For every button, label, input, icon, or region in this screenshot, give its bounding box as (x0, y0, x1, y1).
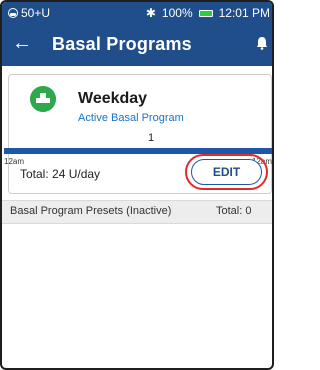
header: ← Basal Programs (2, 24, 272, 66)
pod-status: 50+U (8, 6, 50, 20)
program-name: Weekday (78, 90, 148, 107)
page-title: Basal Programs (52, 34, 192, 54)
program-status: Active Basal Program (78, 112, 184, 124)
edit-button[interactable]: EDIT (191, 159, 262, 185)
bell-icon[interactable] (256, 36, 268, 50)
presets-section-header: Basal Program Presets (Inactive) Total: … (2, 200, 272, 224)
battery-icon (198, 9, 213, 17)
presets-total: Total: 0 (216, 205, 252, 217)
daily-total: Total: 24 U/day (20, 167, 101, 181)
clock: 12:01 PM (218, 6, 270, 20)
rate-label: 1 (148, 132, 155, 144)
bluetooth-icon: ✱ (145, 6, 156, 20)
timeline-start-label: 12am (4, 157, 25, 166)
battery-percent: 100% (161, 6, 193, 20)
pdm-screen: 50+U ✱ 100% 12:01 PM ← Basal Programs We… (0, 0, 274, 370)
arrow-left-icon[interactable]: ← (12, 33, 32, 53)
presets-label: Basal Program Presets (Inactive) (10, 205, 172, 217)
basal-program-icon (30, 86, 56, 112)
pod-icon (8, 8, 18, 18)
pod-label: 50+U (21, 6, 51, 20)
status-bar: 50+U ✱ 100% 12:01 PM (2, 2, 272, 24)
system-status: ✱ 100% 12:01 PM (146, 6, 270, 20)
